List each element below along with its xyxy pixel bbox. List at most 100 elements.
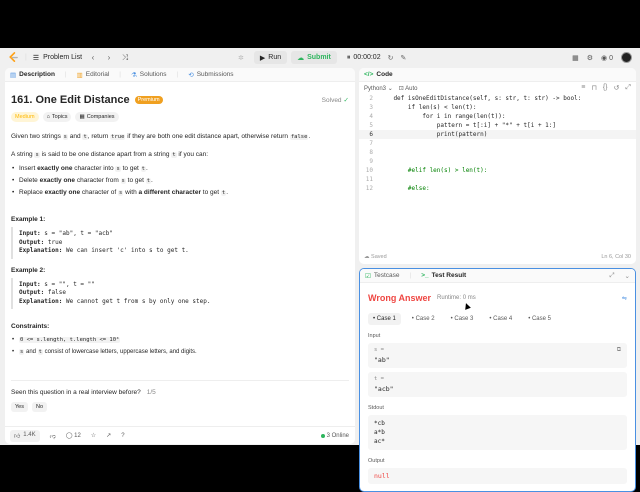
operations-list: Insert exactly one character into s to g…: [11, 163, 349, 199]
checkbox-icon: ☑: [365, 272, 371, 280]
menu-icon[interactable]: ≡: [581, 84, 585, 92]
tab-code[interactable]: </> Code: [364, 71, 393, 78]
output-value[interactable]: null: [374, 472, 621, 480]
list-item: 0 <= s.length, t.length <= 10⁴: [11, 334, 349, 346]
leetcode-logo-icon[interactable]: [8, 52, 19, 63]
debug-button[interactable]: ✲: [232, 51, 250, 64]
like-button[interactable]: 👍︎ 1.4K: [10, 429, 40, 442]
description-tabs: ▤ Description | ▥ Editorial | ⚗ Solution…: [5, 68, 355, 82]
stdout-box: *cb a*b ac*: [368, 415, 627, 450]
code-line: 9: [369, 158, 373, 165]
reset-code-icon[interactable]: ↺: [614, 84, 620, 92]
coins-display[interactable]: ◉ 0: [601, 54, 613, 62]
cloud-icon: ☁: [364, 253, 370, 260]
companies-chip[interactable]: ▦ Companies: [75, 112, 119, 122]
example-1-box: Input: s = "ab", t = "acb" Output: true …: [11, 227, 349, 259]
stdout-value[interactable]: *cb a*b ac*: [374, 419, 621, 446]
tab-editorial[interactable]: ▥ Editorial: [77, 71, 110, 79]
language-label: Python3: [364, 85, 387, 92]
expand-icon[interactable]: ⤢: [609, 272, 614, 280]
input-t-name: t =: [374, 376, 384, 382]
input-s-name: s =: [374, 347, 384, 353]
tag-icon: ⌂: [46, 114, 50, 120]
reset-icon[interactable]: ↻: [388, 54, 394, 62]
code-line: 7: [369, 140, 373, 147]
case-tab-3[interactable]: • Case 3: [446, 313, 479, 325]
saved-status: Saved: [371, 253, 387, 260]
premium-badge: Premium: [134, 96, 163, 104]
tab-test-result-label: Test Result: [431, 272, 467, 279]
case-tab-2[interactable]: • Case 2: [407, 313, 440, 325]
copy-icon[interactable]: ⧉: [617, 347, 621, 354]
interview-question-text: Seen this question in a real interview b…: [11, 389, 141, 396]
app-window: | ☰ Problem List ‹ › ⤨ ✲ ▶ Run ☁ Submit …: [0, 48, 640, 492]
collapse-icon[interactable]: ⌄: [625, 272, 635, 280]
tab-solutions[interactable]: ⚗ Solutions: [131, 71, 167, 79]
case-tabs: • Case 1 • Case 2 • Case 3 • Case 4 • Ca…: [360, 303, 635, 325]
note-icon[interactable]: ✎: [400, 54, 406, 62]
chevron-right-icon[interactable]: ›: [104, 53, 114, 62]
companies-label: Companies: [86, 114, 115, 120]
case-tab-5[interactable]: • Case 5: [523, 313, 556, 325]
interview-question: Seen this question in a real interview b…: [11, 380, 349, 396]
code-editor[interactable]: 2 def isOneEditDistance(self, s: str, t:…: [359, 94, 636, 193]
runtime: Runtime: 0 ms: [437, 295, 476, 301]
timer[interactable]: ⏸ 00:00:02 ↻ ✎: [347, 54, 407, 62]
dislike-button[interactable]: 👎︎: [50, 432, 56, 440]
code-line: 3 if len(s) < len(t):: [369, 104, 477, 111]
favorite-button[interactable]: ☆: [91, 432, 96, 439]
submit-button[interactable]: ☁ Submit: [291, 51, 337, 64]
history-icon: ⟲: [188, 71, 194, 79]
building-icon: ▦: [79, 114, 85, 120]
input-s-value[interactable]: "ab": [374, 356, 621, 364]
settings-icon[interactable]: ⚙: [587, 54, 593, 62]
case-tab-1[interactable]: • Case 1: [368, 313, 401, 325]
shuffle-icon[interactable]: ⤨: [120, 53, 130, 63]
document-icon: ▤: [10, 71, 17, 79]
submit-label: Submit: [307, 54, 331, 61]
run-button[interactable]: ▶ Run: [253, 51, 288, 64]
share-button[interactable]: ↗: [106, 432, 111, 439]
comment-count: 12: [74, 433, 81, 439]
diff-icon[interactable]: ⇋: [622, 295, 627, 302]
editor-status-bar: ☁ Saved Ln 6, Col 30: [359, 249, 636, 264]
output-label: Output: [368, 458, 385, 464]
code-line-current: 6 print(pattern): [359, 130, 636, 139]
code-line: 8: [369, 149, 373, 156]
thumbs-down-icon: 👎︎: [49, 433, 56, 440]
help-button[interactable]: ?: [121, 433, 124, 439]
no-button[interactable]: No: [31, 402, 48, 412]
layout-icon[interactable]: ▦: [572, 54, 579, 62]
tab-solutions-label: Solutions: [139, 71, 167, 78]
tab-testcase[interactable]: ☑ Testcase: [365, 272, 399, 280]
list-item: Replace exactly one character of s with …: [11, 187, 349, 199]
chevron-left-icon[interactable]: ‹: [88, 53, 98, 62]
problem-title[interactable]: 161. One Edit Distance: [11, 94, 130, 106]
description-panel: ▤ Description | ▥ Editorial | ⚗ Solution…: [5, 68, 355, 444]
problem-list-label: Problem List: [43, 54, 83, 61]
code-line: 2 def isOneEditDistance(self, s: str, t:…: [369, 95, 582, 102]
input-t-value[interactable]: "acb": [374, 385, 621, 393]
bookmark-icon[interactable]: ⊓: [591, 84, 596, 92]
expand-icon[interactable]: ⤢: [625, 84, 631, 92]
language-select[interactable]: Python3 ⌄: [364, 85, 393, 92]
problem-list-button[interactable]: ☰ Problem List: [33, 54, 82, 62]
code-line: 12 #else:: [365, 185, 430, 192]
online-dot-icon: [320, 433, 325, 438]
tab-testcase-label: Testcase: [373, 272, 400, 279]
tab-test-result[interactable]: >_ Test Result: [421, 272, 466, 279]
tab-description[interactable]: ▤ Description: [10, 71, 55, 79]
yes-button[interactable]: Yes: [11, 402, 28, 412]
topics-chip[interactable]: ⌂ Topics: [42, 112, 72, 122]
comments-button[interactable]: ◯ 12: [66, 432, 81, 439]
divider: |: [176, 71, 179, 78]
braces-icon[interactable]: {}: [603, 84, 608, 92]
divider: |: [119, 71, 121, 78]
divider: |: [409, 272, 412, 279]
tab-submissions[interactable]: ⟲ Submissions: [188, 71, 233, 79]
auto-toggle[interactable]: ⊡ Auto: [399, 85, 418, 92]
avatar[interactable]: [621, 52, 632, 63]
tab-submissions-label: Submissions: [196, 71, 234, 78]
question-icon: ?: [121, 432, 125, 439]
case-tab-4[interactable]: • Case 4: [484, 313, 517, 325]
